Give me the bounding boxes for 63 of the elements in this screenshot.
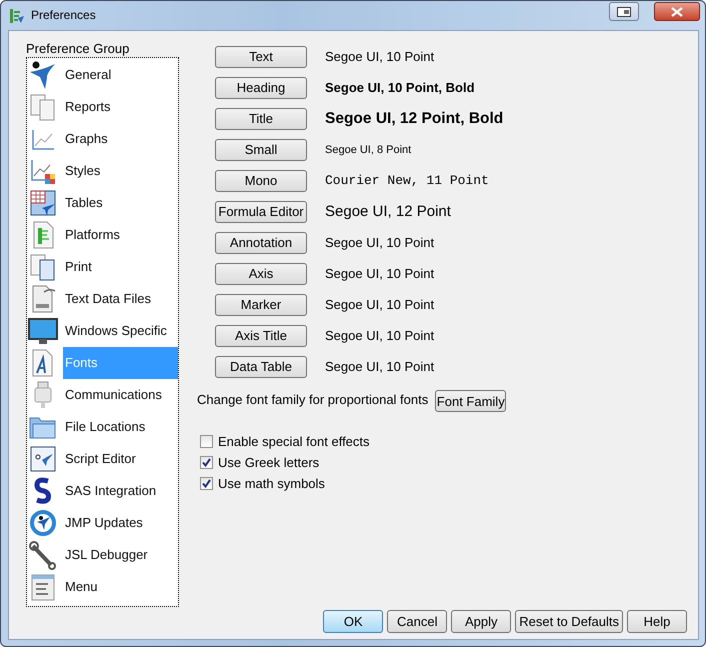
restore-button[interactable] — [609, 2, 639, 21]
font-button[interactable]: Axis — [215, 262, 307, 284]
preference-item[interactable]: General — [63, 59, 178, 91]
checkbox[interactable] — [200, 435, 213, 448]
font-sample: Segoe UI, 10 Point — [325, 49, 434, 64]
font-sample: Courier New, 11 Point — [325, 173, 489, 188]
group-label: Preference Group — [26, 41, 130, 57]
restore-icon — [617, 6, 631, 16]
preference-item[interactable]: Print — [63, 251, 178, 283]
font-button[interactable]: Axis Title — [215, 324, 307, 346]
font-button[interactable]: Data Table — [215, 356, 307, 378]
preference-item[interactable]: Script Editor — [63, 443, 178, 475]
font-button[interactable]: Small — [215, 138, 307, 160]
monitor-icon — [28, 316, 58, 346]
font-sample: Segoe UI, 8 Point — [325, 144, 412, 156]
preference-item[interactable]: SAS Integration — [63, 475, 178, 507]
script-icon — [28, 444, 58, 474]
close-button[interactable] — [654, 2, 700, 21]
dialog-button[interactable]: Reset to Defaults — [515, 610, 623, 633]
preference-item[interactable]: File Locations — [63, 411, 178, 443]
preference-item[interactable]: Text Data Files — [63, 283, 178, 315]
dialog-button[interactable]: Cancel — [387, 610, 448, 633]
checkbox[interactable] — [200, 477, 213, 490]
preference-item[interactable]: Platforms — [63, 219, 178, 251]
dialog-button[interactable]: OK — [323, 610, 384, 633]
font-sample: Segoe UI, 10 Point — [325, 359, 434, 374]
close-icon — [671, 6, 683, 16]
font-sample: Segoe UI, 12 Point, Bold — [325, 110, 504, 128]
dialog-button[interactable]: Help — [627, 610, 687, 633]
font-sample: Segoe UI, 10 Point, Bold — [325, 80, 475, 95]
dialog-button[interactable]: Apply — [451, 610, 512, 633]
figure-icon — [28, 60, 58, 90]
font-sample: Segoe UI, 10 Point — [325, 266, 434, 281]
font-button[interactable]: Marker — [215, 294, 307, 316]
font-family-label: Change font family for proportional fonts — [197, 392, 428, 406]
preference-item[interactable]: Styles — [63, 155, 178, 187]
preference-item[interactable]: JSL Debugger — [63, 539, 178, 571]
font-sample: Segoe UI, 10 Point — [325, 235, 434, 250]
font-button[interactable]: Formula Editor — [215, 200, 307, 222]
font-button[interactable]: Text — [215, 46, 307, 68]
font-button[interactable]: Mono — [215, 170, 307, 192]
preference-item[interactable]: Communications — [63, 379, 178, 411]
font-sample: Segoe UI, 10 Point — [325, 328, 434, 343]
font-button[interactable]: Annotation — [215, 232, 307, 254]
preference-item[interactable]: Windows Specific — [63, 315, 178, 347]
preference-item[interactable]: Menu — [63, 571, 178, 603]
preference-item[interactable]: Tables — [63, 187, 178, 219]
app-icon — [9, 8, 25, 24]
checkbox-label: Use Greek letters — [218, 455, 320, 470]
checkbox-label: Use math symbols — [218, 476, 325, 491]
checkbox-label: Enable special font effects — [218, 434, 370, 449]
font-button[interactable]: Title — [215, 108, 307, 130]
window-title: Preferences — [31, 8, 96, 22]
checkbox[interactable] — [200, 456, 213, 469]
font-sample: Segoe UI, 10 Point — [325, 297, 434, 312]
wrench-icon — [28, 540, 58, 570]
font-button[interactable]: Heading — [215, 76, 307, 98]
font-family-button[interactable]: Font Family — [435, 390, 506, 412]
preference-item[interactable]: Graphs — [63, 123, 178, 155]
refresh-icon — [28, 508, 58, 538]
font-sample: Segoe UI, 12 Point — [325, 203, 451, 220]
preference-item[interactable]: Reports — [63, 91, 178, 123]
preference-item[interactable]: JMP Updates — [63, 507, 178, 539]
